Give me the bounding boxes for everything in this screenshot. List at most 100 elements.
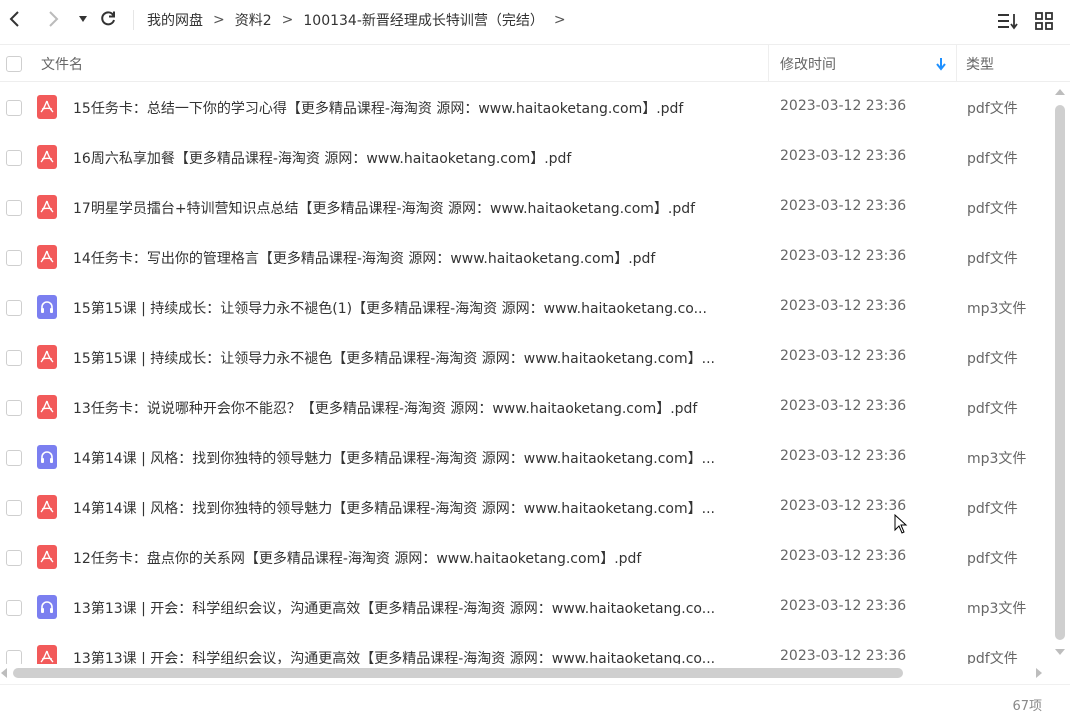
file-name[interactable]: 12任务卡：盘点你的关系网【更多精品课程-海淘资 源网：www.haitaoke… — [73, 548, 763, 568]
file-row[interactable]: 15任务卡：总结一下你的学习心得【更多精品课程-海淘资 源网：www.haita… — [0, 83, 1050, 133]
file-type: pdf文件 — [967, 101, 1018, 117]
pdf-file-icon — [37, 245, 57, 269]
file-row[interactable]: 13任务卡：说说哪种开会你不能忍？【更多精品课程-海淘资 源网：www.hait… — [0, 383, 1050, 433]
history-dropdown-button[interactable] — [72, 8, 94, 30]
row-checkbox[interactable] — [6, 650, 22, 664]
column-divider[interactable] — [768, 45, 769, 82]
file-name[interactable]: 13第13课 | 开会：科学组织会议，沟通更高效【更多精品课程-海淘资 源网：w… — [73, 598, 763, 618]
sort-descending-icon[interactable] — [935, 57, 947, 71]
file-name[interactable]: 15第15课 | 持续成长：让领导力永不褪色(1)【更多精品课程-海淘资 源网：… — [73, 298, 763, 318]
forward-button[interactable] — [42, 8, 64, 30]
file-name[interactable]: 17明星学员擂台+特训营知识点总结【更多精品课程-海淘资 源网：www.hait… — [73, 198, 763, 218]
breadcrumb-separator: > — [281, 12, 294, 28]
row-checkbox[interactable] — [6, 600, 22, 616]
file-row[interactable]: 17明星学员擂台+特训营知识点总结【更多精品课程-海淘资 源网：www.hait… — [0, 183, 1050, 233]
column-header-name[interactable]: 文件名 — [41, 54, 83, 74]
breadcrumb-item-folder[interactable]: 资料2 — [235, 10, 272, 30]
file-modified-time: 2023-03-12 23:36 — [780, 348, 907, 364]
file-modified-time: 2023-03-12 23:36 — [780, 298, 907, 314]
status-bar: 67项 — [0, 684, 1070, 716]
vertical-scrollbar-thumb[interactable] — [1055, 105, 1065, 640]
row-checkbox[interactable] — [6, 100, 22, 116]
grid-view-button[interactable] — [1033, 10, 1055, 32]
file-row[interactable]: 15第15课 | 持续成长：让领导力永不褪色(1)【更多精品课程-海淘资 源网：… — [0, 283, 1050, 333]
file-name[interactable]: 14第14课 | 风格：找到你独特的领导魅力【更多精品课程-海淘资 源网：www… — [73, 498, 763, 518]
file-type: pdf文件 — [967, 651, 1018, 664]
row-checkbox[interactable] — [6, 300, 22, 316]
file-modified-time: 2023-03-12 23:36 — [780, 98, 907, 114]
sort-list-icon — [998, 14, 1018, 30]
file-modified-time: 2023-03-12 23:36 — [780, 598, 907, 614]
file-name[interactable]: 14任务卡：写出你的管理格言【更多精品课程-海淘资 源网：www.haitaok… — [73, 248, 763, 268]
pdf-file-icon — [37, 645, 57, 664]
file-list: 15任务卡：总结一下你的学习心得【更多精品课程-海淘资 源网：www.haita… — [0, 83, 1050, 664]
toolbar-divider — [133, 10, 134, 30]
file-row[interactable]: 14第14课 | 风格：找到你独特的领导魅力【更多精品课程-海淘资 源网：www… — [0, 483, 1050, 533]
file-type: pdf文件 — [967, 551, 1018, 567]
file-modified-time: 2023-03-12 23:36 — [780, 198, 907, 214]
list-header: 文件名 修改时间 类型 — [0, 44, 1070, 82]
vertical-scrollbar[interactable] — [1050, 83, 1070, 664]
audio-file-icon — [37, 595, 57, 619]
back-button[interactable] — [4, 8, 26, 30]
breadcrumb: 我的网盘 > 资料2 > 100134-新晋经理成长特训营（完结） > — [147, 9, 576, 31]
scroll-down-arrow-icon[interactable] — [1055, 649, 1065, 655]
file-name[interactable]: 15第15课 | 持续成长：让领导力永不褪色【更多精品课程-海淘资 源网：www… — [73, 348, 763, 368]
file-name[interactable]: 16周六私享加餐【更多精品课程-海淘资 源网：www.haitaoketang.… — [73, 148, 763, 168]
pdf-file-icon — [37, 95, 57, 119]
caret-down-icon — [79, 16, 87, 22]
column-divider[interactable] — [956, 45, 957, 82]
scroll-up-arrow-icon[interactable] — [1055, 89, 1065, 95]
file-modified-time: 2023-03-12 23:36 — [780, 248, 907, 264]
file-name[interactable]: 14第14课 | 风格：找到你独特的领导魅力【更多精品课程-海淘资 源网：www… — [73, 448, 763, 468]
file-type: mp3文件 — [967, 601, 1027, 617]
file-name[interactable]: 15任务卡：总结一下你的学习心得【更多精品课程-海淘资 源网：www.haita… — [73, 98, 763, 118]
row-checkbox[interactable] — [6, 500, 22, 516]
horizontal-scrollbar-thumb[interactable] — [13, 668, 903, 678]
select-all-checkbox[interactable] — [6, 56, 22, 72]
row-checkbox[interactable] — [6, 250, 22, 266]
file-row[interactable]: 15第15课 | 持续成长：让领导力永不褪色【更多精品课程-海淘资 源网：www… — [0, 333, 1050, 383]
file-name[interactable]: 13任务卡：说说哪种开会你不能忍？【更多精品课程-海淘资 源网：www.hait… — [73, 398, 763, 418]
row-checkbox[interactable] — [6, 550, 22, 566]
file-type: pdf文件 — [967, 201, 1018, 217]
file-row[interactable]: 16周六私享加餐【更多精品课程-海淘资 源网：www.haitaoketang.… — [0, 133, 1050, 183]
file-type: mp3文件 — [967, 451, 1027, 467]
pdf-file-icon — [37, 545, 57, 569]
pdf-file-icon — [37, 145, 57, 169]
file-row[interactable]: 12任务卡：盘点你的关系网【更多精品课程-海淘资 源网：www.haitaoke… — [0, 533, 1050, 583]
file-row[interactable]: 13第13课 | 开会：科学组织会议，沟通更高效【更多精品课程-海淘资 源网：w… — [0, 583, 1050, 633]
row-checkbox[interactable] — [6, 350, 22, 366]
pdf-file-icon — [37, 395, 57, 419]
refresh-icon — [101, 11, 115, 26]
sort-menu-button[interactable] — [997, 10, 1019, 32]
horizontal-scrollbar[interactable] — [0, 664, 1050, 682]
row-checkbox[interactable] — [6, 450, 22, 466]
row-checkbox[interactable] — [6, 200, 22, 216]
row-checkbox[interactable] — [6, 150, 22, 166]
item-count: 67项 — [1012, 699, 1042, 714]
breadcrumb-item-root[interactable]: 我的网盘 — [147, 10, 203, 30]
refresh-button[interactable] — [97, 8, 119, 30]
file-name[interactable]: 13第13课 | 开会：科学组织会议，沟通更高效【更多精品课程-海淘资 源网：w… — [73, 648, 763, 664]
pdf-file-icon — [37, 495, 57, 519]
file-type: pdf文件 — [967, 401, 1018, 417]
pdf-file-icon — [37, 345, 57, 369]
column-header-type[interactable]: 类型 — [966, 54, 994, 74]
file-type: pdf文件 — [967, 251, 1018, 267]
file-row[interactable]: 14任务卡：写出你的管理格言【更多精品课程-海淘资 源网：www.haitaok… — [0, 233, 1050, 283]
chevron-left-icon — [9, 11, 19, 27]
file-type: pdf文件 — [967, 501, 1018, 517]
scroll-right-arrow-icon[interactable] — [1036, 668, 1042, 678]
pdf-file-icon — [37, 195, 57, 219]
row-checkbox[interactable] — [6, 400, 22, 416]
audio-file-icon — [37, 445, 57, 469]
file-modified-time: 2023-03-12 23:36 — [780, 648, 907, 664]
file-row[interactable]: 13第13课 | 开会：科学组织会议，沟通更高效【更多精品课程-海淘资 源网：w… — [0, 633, 1050, 664]
scroll-left-arrow-icon[interactable] — [1, 668, 7, 678]
breadcrumb-separator: > — [213, 12, 225, 28]
file-row[interactable]: 14第14课 | 风格：找到你独特的领导魅力【更多精品课程-海淘资 源网：www… — [0, 433, 1050, 483]
file-modified-time: 2023-03-12 23:36 — [780, 448, 907, 464]
breadcrumb-item-current[interactable]: 100134-新晋经理成长特训营（完结） — [303, 10, 544, 30]
column-header-time[interactable]: 修改时间 — [780, 54, 836, 74]
